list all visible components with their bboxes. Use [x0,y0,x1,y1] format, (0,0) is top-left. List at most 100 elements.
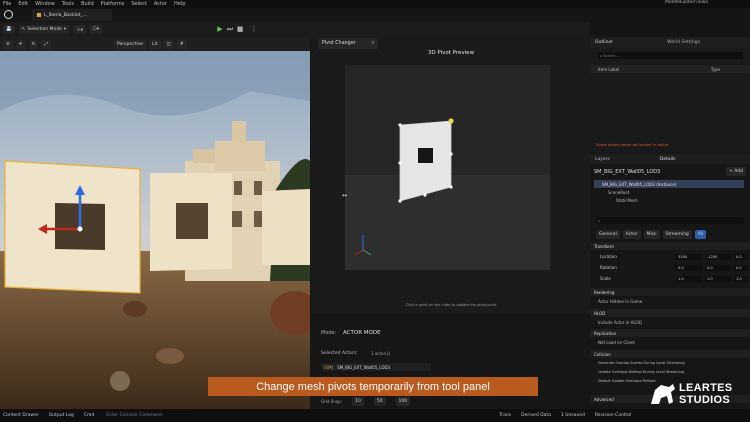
more-options-icon[interactable]: ⋮ [250,25,258,33]
wall-mesh-selected[interactable] [4,160,141,294]
selection-mode-dropdown[interactable]: ↖ Selection Mode ▾ [18,25,70,34]
lit-dropdown[interactable]: Lit [149,39,161,49]
mode-label: Mode: [321,330,337,336]
component-instance-row[interactable]: SM_BIG_EXT_Wall05_LOD3 (Instance) [594,180,744,188]
details-search-input[interactable]: ⌕ [596,217,744,224]
location-x-field[interactable]: 3200 [676,253,702,260]
component-static-mesh[interactable]: StaticMesh [608,196,738,204]
pivot-preview-canvas[interactable] [345,65,550,270]
menu-item-actor[interactable]: Actor [154,1,167,7]
column-item-label[interactable]: Item Label [598,67,619,72]
output-log-button[interactable]: Output Log [49,413,74,418]
preview-mesh[interactable] [399,120,452,202]
add-component-button[interactable]: + Add [726,167,746,176]
filter-tab[interactable]: General [596,230,620,239]
perspective-dropdown[interactable]: Perspective [113,39,147,49]
unsaved-indicator[interactable]: 1 Unsaved [561,413,585,418]
tab-details[interactable]: Details [660,157,676,162]
transform-scale-icon[interactable]: ⤢ [41,39,51,49]
menu-item-platforms[interactable]: Platforms [101,1,125,7]
filter-tab-active[interactable]: All [694,230,707,239]
section-hlod[interactable]: HLOD [590,309,750,317]
step-icon[interactable]: ⏭ [226,25,234,33]
revision-control-button[interactable]: Revision Control [595,413,632,418]
play-icon[interactable]: ▶ [216,25,224,33]
filter-tab[interactable]: Actor [622,230,641,239]
derived-data-button[interactable]: Derived Data [521,413,551,418]
document-tab[interactable]: L_Iberia_Backlot_... [32,9,112,21]
location-y-field[interactable]: -1200 [705,253,731,260]
section-rendering[interactable]: Rendering [590,288,750,296]
scale-z-field[interactable]: 1.0 [734,275,748,282]
outliner-search-input[interactable]: ⌕ Search... [598,52,743,59]
details-filter-tabs: General Actor Misc Streaming All [596,230,707,239]
logo-line-2: STUDIOS [679,394,730,406]
scale-y-field[interactable]: 1.0 [705,275,731,282]
section-collision[interactable]: Collision [590,350,750,358]
column-type[interactable]: Type [711,67,720,72]
component-scene-root[interactable]: SceneRoot [600,188,740,196]
wall-mesh[interactable] [262,189,310,265]
close-icon[interactable]: × [371,41,375,46]
outliner-header: Item Label Type [590,65,750,73]
section-transform[interactable]: Transform [590,242,750,250]
rotation-y-field[interactable]: 0.0 [705,264,731,271]
property-row[interactable]: Actor Hidden In Game [590,297,750,305]
location-z-field[interactable]: 0.0 [734,253,748,260]
filter-tab[interactable]: Streaming [662,230,692,239]
wall-mesh[interactable] [150,173,232,271]
property-row[interactable]: Generate Overlap Events During Level Str… [590,359,750,367]
menu-item-select[interactable]: Select [131,1,146,7]
add-actor-button[interactable]: ＋▾ [73,25,86,34]
property-row[interactable]: Include Actor in HLOD [590,318,750,326]
viewport-menu-icon[interactable]: ≡ [3,39,13,49]
details-panel: Layers Details SM_BIG_EXT_Wall05_LOD3 + … [590,152,750,410]
grid-snap-option[interactable]: 100 [395,397,411,406]
video-caption: Change mesh pivots temporarily from tool… [208,377,538,396]
tab-pivot-changer[interactable]: Pivot Changer × [318,38,378,49]
selected-actor-row[interactable]: [SM] SM_BIG_EXT_Wall05_LOD3 [321,363,431,371]
object-name: SM_BIG_EXT_Wall05_LOD3 [594,168,661,175]
stop-icon[interactable]: ■ [236,25,244,33]
property-row[interactable]: Update Overlaps Method During Level Stre… [590,368,750,376]
document-tab-bar [0,8,750,22]
console-command-input[interactable]: Enter Console Command [104,412,190,419]
transform-rotate-icon[interactable]: ↻ [28,39,39,49]
property-row[interactable]: Net Load on Client [590,338,750,346]
content-drawer-button[interactable]: Content Drawer [3,413,39,418]
menu-item-help[interactable]: Help [174,1,185,7]
section-replication[interactable]: Replication [590,329,750,337]
transform-move-icon[interactable]: ✛ [15,39,26,49]
menu-item-tools[interactable]: Tools [62,1,74,7]
cmd-dropdown[interactable]: Cmd [84,413,94,418]
location-row: Location 3200 -1200 0.0 [600,253,748,260]
filter-tab[interactable]: Misc [643,230,660,239]
outliner-warning: Some actors were not loaded in editor [596,142,669,147]
show-dropdown[interactable]: ◫ [163,39,174,49]
rotation-x-field[interactable]: 0.0 [676,264,702,271]
tab-world-settings[interactable]: World Settings [667,40,700,45]
chevron-down-icon: ▾ [63,27,67,32]
grid-snap-option[interactable]: 50 [373,397,386,406]
menu-item-window[interactable]: Window [35,1,55,7]
grid-snap-icon[interactable]: # [176,39,187,49]
grid-snap-option[interactable]: 10 [352,397,364,406]
save-button[interactable]: 💾 [3,25,15,34]
window-title: MiddleEasternTown [665,0,709,5]
search-icon: ⌕ [598,218,601,223]
viewport-scene[interactable] [0,51,310,409]
scale-x-field[interactable]: 1.0 [676,275,702,282]
tab-layers[interactable]: Layers [595,157,610,162]
rotation-z-field[interactable]: 0.0 [734,264,748,271]
panel-splitter-handle[interactable]: ↔ [342,193,350,199]
mode-value: ACTOR MODE [343,330,381,336]
tab-outliner[interactable]: Outliner [595,40,613,45]
document-tab-label: L_Iberia_Backlot_... [44,12,88,18]
menu-item-file[interactable]: File [3,1,11,7]
menu-item-build[interactable]: Build [81,1,94,7]
logo-line-1: LEARTES [679,382,733,394]
level-viewport[interactable] [0,51,310,409]
trace-button[interactable]: Trace [499,413,511,418]
menu-item-edit[interactable]: Edit [18,1,28,7]
blueprint-button[interactable]: ⎔▾ [89,25,103,34]
